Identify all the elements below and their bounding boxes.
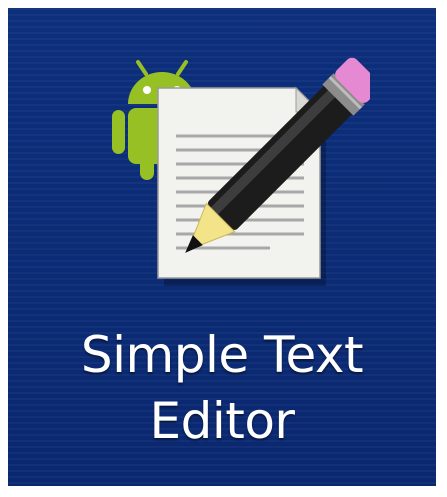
text-editor-icon[interactable]: [100, 48, 370, 298]
app-shortcut-tile[interactable]: Simple Text Editor: [8, 8, 436, 486]
app-title-line-1: Simple Text: [80, 326, 364, 384]
app-title-line-2: Editor: [149, 392, 295, 450]
